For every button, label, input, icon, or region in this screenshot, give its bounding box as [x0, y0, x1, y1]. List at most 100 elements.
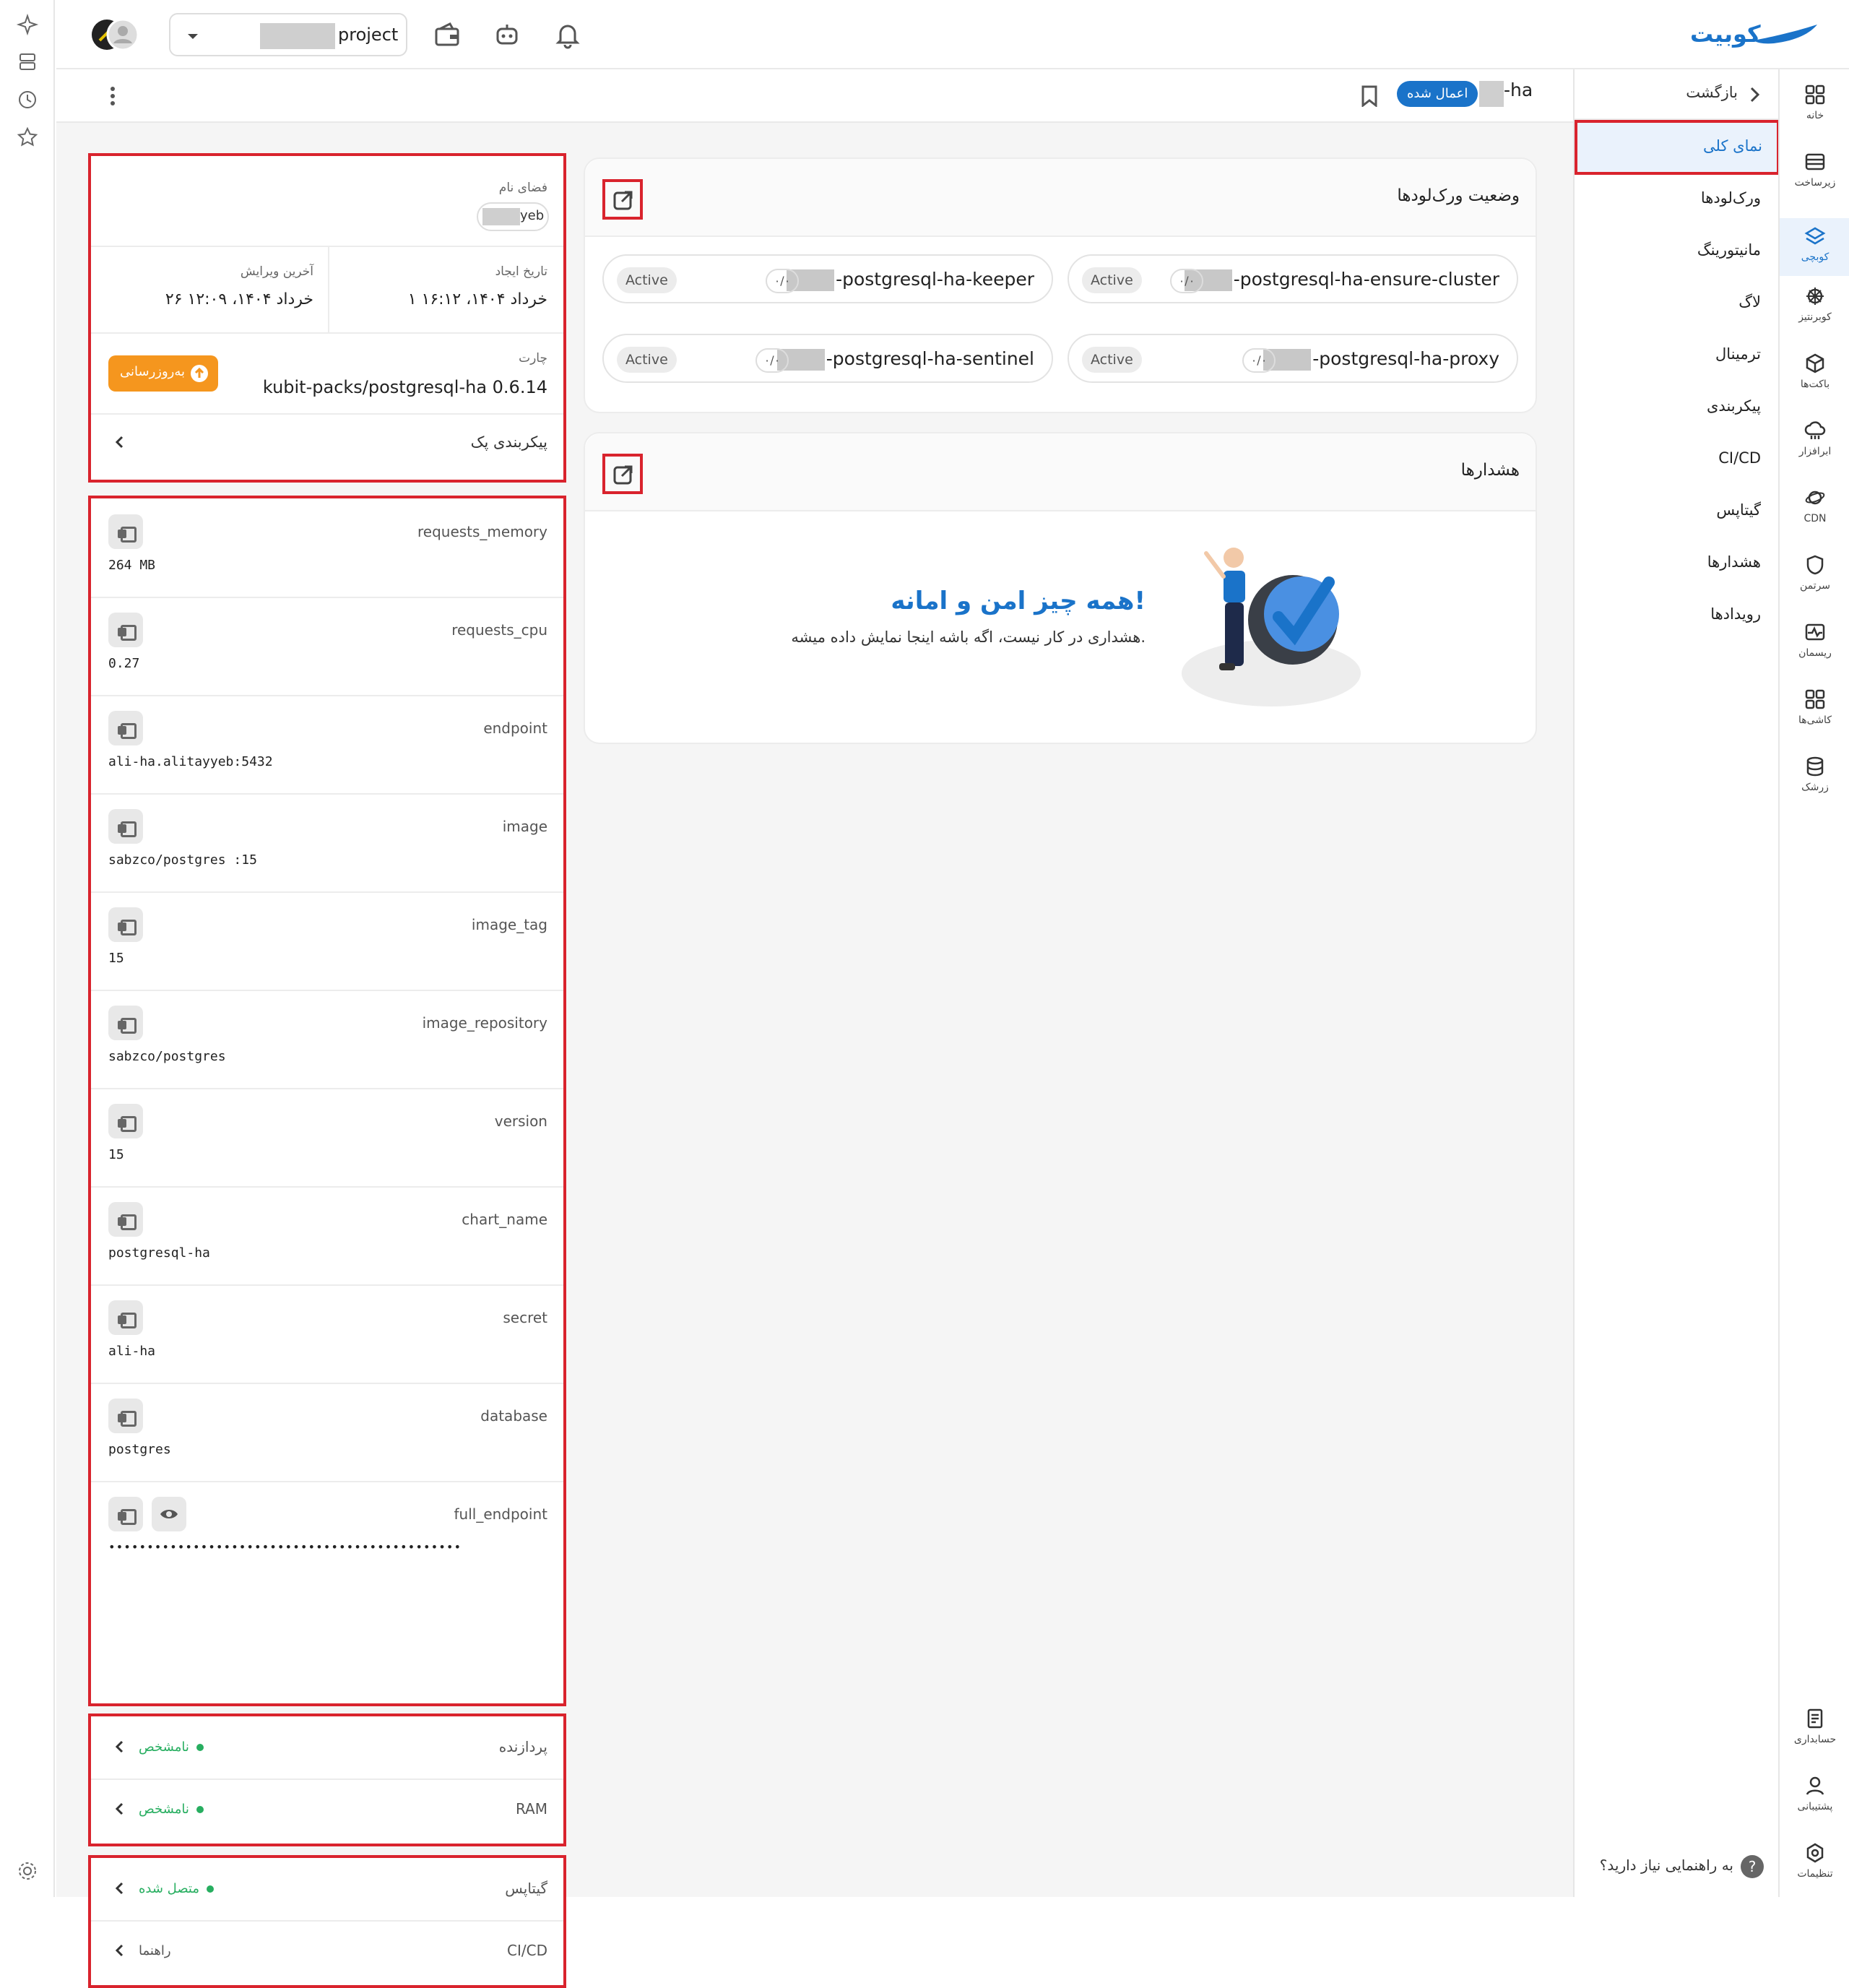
integrations-panel: گیتاپس متصل شده CI/CD راهنما	[88, 1855, 566, 1988]
rail-home[interactable]: خانه	[1780, 84, 1849, 121]
update-button[interactable]: به‌روزرسانی	[108, 355, 218, 392]
copy-icon[interactable]	[108, 1399, 143, 1433]
server-icon[interactable]	[16, 51, 39, 74]
rail-kubernetes[interactable]: کوبرنتیز	[1780, 285, 1849, 323]
nav-events[interactable]: رویدادها	[1710, 605, 1761, 623]
open-external-workloads[interactable]	[602, 179, 643, 220]
main-rail: خانه زیرساخت کوبچی کوبرنتیز باکت‌ها ابرا…	[1778, 69, 1849, 1897]
rail-settings[interactable]: تنظیمات	[1780, 1842, 1849, 1880]
top-bar: project کوبیت	[56, 0, 1849, 69]
main-content: وضعیت ورک‌لودها -postgresql-ha-ensure-cl…	[56, 123, 1573, 1988]
copy-icon[interactable]	[108, 1104, 143, 1138]
section-nav: بازگشت نمای کلی ورک‌لودها مانیتورینگ لاگ…	[1573, 69, 1780, 1897]
alerts-empty-sub: هشداری در کار نیست، اگه باشه اینجا نمایش…	[791, 628, 1146, 646]
redacted-app-name	[1479, 81, 1504, 107]
support-icon	[1806, 1776, 1824, 1795]
project-selector[interactable]: project	[169, 13, 407, 56]
env-row: database postgres	[91, 1383, 563, 1481]
copy-icon[interactable]	[108, 613, 143, 647]
rail-cloud-app[interactable]: ابرافزار	[1780, 420, 1849, 457]
chevron-left-icon	[115, 1944, 124, 1957]
alerts-card: هشدارها همه چیز امن و امانه! هشداری در ک…	[584, 432, 1537, 744]
chevron-down-icon	[186, 33, 199, 40]
pack-config-row[interactable]: پیکربندی پک	[91, 415, 563, 480]
rail-cdn[interactable]: CDN	[1780, 487, 1849, 524]
rail-zereshk[interactable]: زرشک	[1780, 756, 1849, 793]
database-stack-icon	[1806, 756, 1824, 777]
copy-icon[interactable]	[108, 907, 143, 942]
copy-icon[interactable]	[108, 1202, 143, 1237]
nav-alerts[interactable]: هشدارها	[1707, 553, 1761, 571]
copy-icon[interactable]	[108, 1497, 143, 1531]
bookmark-icon[interactable]	[1361, 85, 1378, 107]
workload-pill[interactable]: -postgresql-ha-ensure-cluster ۰/۰ Active	[1068, 254, 1518, 303]
grid-icon	[1805, 85, 1825, 105]
env-row: requests_memory 264 MB	[91, 498, 563, 597]
app-name: -ha	[1504, 79, 1533, 100]
rail-risman[interactable]: ریسمان	[1780, 621, 1849, 659]
robot-icon[interactable]	[493, 20, 521, 49]
rail-sertman[interactable]: سرتمن	[1780, 554, 1849, 592]
shield-icon	[1806, 555, 1824, 575]
env-row: full_endpoint ••••••••••••••••••••••••••…	[91, 1481, 563, 1579]
left-utility-rail	[0, 0, 55, 1897]
helm-icon	[1806, 288, 1824, 305]
nav-cicd[interactable]: CI/CD	[1718, 449, 1761, 467]
kubit-logo[interactable]: کوبیت	[1690, 14, 1835, 55]
namespace-chip: yeb	[477, 202, 549, 231]
applied-badge: اعمال شده	[1397, 81, 1478, 107]
env-row: secret ali-ha	[91, 1284, 563, 1383]
env-row: image sabzco/postgres :15	[91, 793, 563, 891]
rail-infra[interactable]: زیرساخت	[1780, 151, 1849, 189]
env-row: requests_cpu 0.27	[91, 597, 563, 695]
nav-configuration[interactable]: پیکربندی	[1707, 397, 1761, 415]
nav-overview[interactable]: نمای کلی	[1575, 120, 1780, 175]
rail-accounting[interactable]: حسابداری	[1780, 1708, 1849, 1745]
edited-date: ۲۶ خرداد ۱۴۰۴، ۱۲:۰۹	[165, 290, 313, 308]
cube-icon	[1806, 353, 1824, 373]
more-vertical-icon[interactable]	[110, 87, 116, 105]
rail-tiles[interactable]: کاشی‌ها	[1780, 688, 1849, 726]
redacted-project-name	[260, 23, 335, 49]
copy-icon[interactable]	[108, 711, 143, 746]
sparkle-icon[interactable]	[16, 13, 39, 36]
copy-icon[interactable]	[108, 1300, 143, 1335]
resource-row-cpu[interactable]: پردازنده نامشخص	[91, 1716, 563, 1779]
workload-pill[interactable]: -postgresql-ha-sentinel ۰/۰ Active	[602, 334, 1053, 383]
bell-icon[interactable]	[553, 20, 582, 49]
open-external-alerts[interactable]	[602, 454, 643, 494]
integration-row-gitops[interactable]: گیتاپس متصل شده	[91, 1858, 563, 1920]
chevron-left-icon	[115, 436, 124, 449]
back-link[interactable]: بازگشت	[1575, 69, 1778, 120]
copy-icon[interactable]	[108, 1006, 143, 1040]
wallet-icon[interactable]	[433, 20, 462, 49]
eye-icon[interactable]	[152, 1497, 186, 1531]
env-row: image_repository sabzco/postgres	[91, 990, 563, 1088]
rail-buckets[interactable]: باکت‌ها	[1780, 353, 1849, 390]
external-link-icon	[613, 465, 633, 485]
pulse-icon	[1805, 623, 1825, 641]
workload-pill[interactable]: -postgresql-ha-keeper ۰/۰ Active	[602, 254, 1053, 303]
nav-logs[interactable]: لاگ	[1738, 293, 1761, 311]
created-date: ۱ خرداد ۱۴۰۴، ۱۶:۱۲	[407, 290, 547, 308]
settings-gear-icon[interactable]	[16, 1859, 39, 1883]
chevron-right-icon	[1750, 87, 1759, 103]
copy-icon[interactable]	[108, 514, 143, 549]
star-icon[interactable]	[16, 126, 39, 149]
nav-monitoring[interactable]: مانیتورینگ	[1697, 241, 1761, 259]
nav-terminal[interactable]: ترمینال	[1715, 345, 1761, 363]
resources-panel: پردازنده نامشخص RAM نامشخص	[88, 1713, 566, 1846]
workload-pill[interactable]: -postgresql-ha-proxy ۰/۰ Active	[1068, 334, 1518, 383]
env-row: chart_name postgresql-ha	[91, 1186, 563, 1284]
rail-support[interactable]: پشتیبانی	[1780, 1775, 1849, 1812]
user-avatar[interactable]	[90, 17, 139, 52]
copy-icon[interactable]	[108, 809, 143, 844]
nav-gitops[interactable]: گیتاپس	[1716, 501, 1761, 519]
chevron-left-icon	[115, 1882, 124, 1895]
external-link-icon	[613, 191, 633, 210]
resource-row-ram[interactable]: RAM نامشخص	[91, 1780, 563, 1842]
integration-row-cicd[interactable]: CI/CD راهنما	[91, 1922, 563, 1984]
nav-workloads[interactable]: ورک‌لودها	[1701, 189, 1761, 207]
rail-kubchi[interactable]: کوبچی	[1780, 218, 1849, 276]
clock-icon[interactable]	[16, 88, 39, 111]
